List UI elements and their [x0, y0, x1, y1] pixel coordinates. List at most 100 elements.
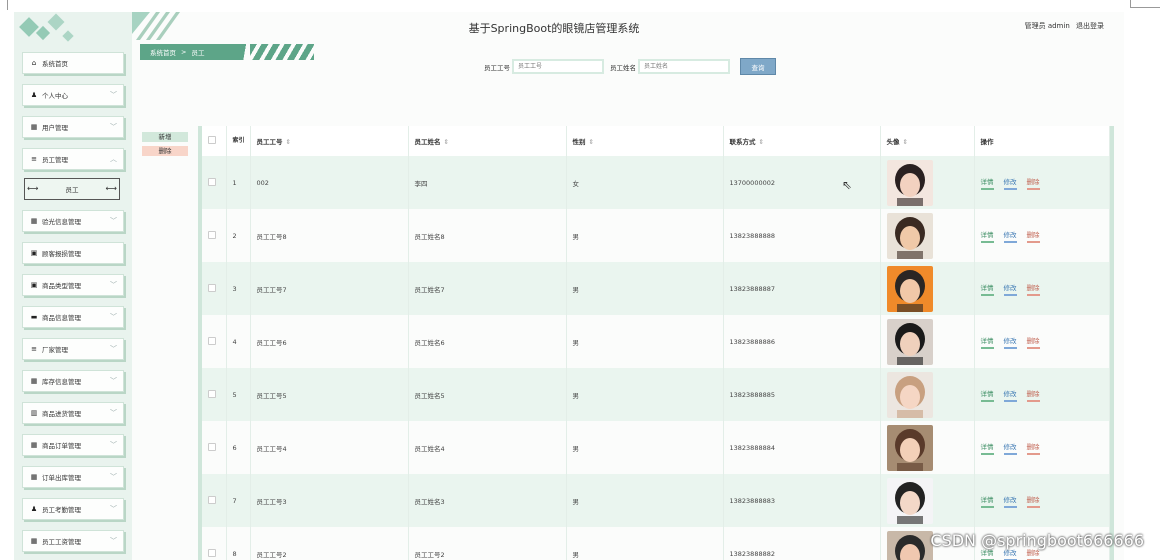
sidebar-item[interactable]: ▣ 顾客报损管理 [22, 242, 124, 264]
sidebar-item[interactable]: ▦ 用户管理 ﹀ [22, 116, 124, 138]
table-row[interactable]: 5 员工工号5 员工姓名5 男 13823888885 详情 修改 删除 [202, 368, 1110, 421]
employee-id-input[interactable] [512, 59, 604, 74]
chevron-down-icon[interactable]: ﹀ [110, 344, 117, 354]
sidebar-item[interactable]: ♟ 员工考勤管理 ﹀ [22, 498, 124, 520]
table-row[interactable]: 3 员工工号7 员工姓名7 男 13823888887 详情 修改 删除 [202, 262, 1110, 315]
detail-button[interactable]: 详情 [980, 441, 994, 455]
col-gender[interactable]: 性别 ⇕ [566, 126, 724, 156]
row-checkbox[interactable] [208, 336, 216, 345]
sort-icon[interactable]: ⇕ [444, 138, 449, 146]
select-all-checkbox[interactable] [208, 136, 216, 144]
delete-button[interactable]: 删除 [1026, 229, 1040, 243]
edit-button[interactable]: 修改 [1003, 388, 1017, 402]
sidebar-item[interactable]: ▬ 商品信息管理 ﹀ [22, 306, 124, 328]
sidebar-item[interactable]: ≡ 员工管理 ︿ [22, 148, 124, 170]
delete-button[interactable]: 删除 [1026, 176, 1040, 190]
chevron-down-icon[interactable]: ﹀ [110, 122, 117, 132]
avatar[interactable] [886, 530, 933, 560]
table-row[interactable]: 4 员工工号6 员工姓名6 男 13823888886 详情 修改 删除 [202, 315, 1110, 368]
row-checkbox[interactable] [208, 230, 216, 239]
chevron-down-icon[interactable]: ﹀ [110, 90, 117, 100]
edit-button[interactable]: 修改 [1003, 335, 1017, 349]
sidebar-item[interactable]: ▦ 库存信息管理 ﹀ [22, 370, 124, 392]
logout-link[interactable]: 退出登录 [1076, 22, 1104, 30]
table-row[interactable]: 6 员工工号4 员工姓名4 男 13823888884 详情 修改 删除 [202, 421, 1110, 474]
avatar[interactable] [886, 424, 933, 471]
chevron-down-icon[interactable]: ﹀ [110, 216, 117, 226]
row-checkbox[interactable] [208, 389, 216, 398]
sidebar-item[interactable]: ♟ 个人中心 ﹀ [22, 84, 124, 106]
chevron-down-icon[interactable]: ﹀ [110, 440, 117, 450]
batch-delete-button[interactable]: 删除 [142, 146, 188, 156]
col-avatar[interactable]: 头像 ⇕ [880, 126, 975, 156]
sort-icon[interactable]: ⇕ [286, 138, 291, 146]
add-button[interactable]: 新增 [142, 132, 188, 142]
sidebar-item[interactable]: ≡ 厂家管理 ﹀ [22, 338, 124, 360]
chevron-down-icon[interactable]: ﹀ [110, 472, 117, 482]
detail-button[interactable]: 详情 [980, 388, 994, 402]
delete-button[interactable]: 删除 [1026, 335, 1040, 349]
row-checkbox[interactable] [208, 495, 216, 504]
delete-button[interactable]: 删除 [1026, 388, 1040, 402]
sidebar-item[interactable]: ▦ 订单出库管理 ﹀ [22, 466, 124, 488]
col-employee-name[interactable]: 员工姓名 ⇕ [408, 126, 567, 156]
detail-button[interactable]: 详情 [980, 176, 994, 190]
edit-button[interactable]: 修改 [1003, 494, 1017, 508]
chevron-down-icon[interactable]: ﹀ [110, 504, 117, 514]
delete-button[interactable]: 删除 [1026, 282, 1040, 296]
sidebar-item[interactable]: ▦ 员工工资管理 ﹀ [22, 530, 124, 552]
row-checkbox[interactable] [208, 442, 216, 451]
sidebar-item[interactable]: ▣ 商品类型管理 ﹀ [22, 274, 124, 296]
row-checkbox[interactable] [208, 283, 216, 292]
detail-button[interactable]: 详情 [980, 494, 994, 508]
chevron-down-icon[interactable]: ﹀ [110, 376, 117, 386]
row-select-cell [202, 527, 227, 560]
avatar[interactable] [886, 371, 933, 418]
sidebar-subitem-employee[interactable]: ⟷ 员工 ⟷ [24, 178, 120, 200]
col-phone[interactable]: 联系方式 ⇕ [723, 126, 881, 156]
sort-icon[interactable]: ⇕ [589, 138, 594, 146]
col-employee-id[interactable]: 员工工号 ⇕ [250, 126, 409, 156]
detail-button[interactable]: 详情 [980, 229, 994, 243]
search-button[interactable]: 查询 [740, 58, 776, 75]
avatar[interactable] [886, 212, 933, 259]
col-employee-id-label: 员工工号 [256, 138, 283, 146]
delete-button[interactable]: 删除 [1026, 441, 1040, 455]
edit-button[interactable]: 修改 [1003, 441, 1017, 455]
cell-index: 5 [226, 368, 251, 421]
row-checkbox[interactable] [208, 177, 216, 186]
employee-name-input[interactable] [638, 59, 730, 74]
chevron-down-icon[interactable]: ﹀ [110, 312, 117, 322]
cell-employee-name: 员工姓名7 [408, 262, 567, 315]
search-bar: 员工工号 员工姓名 查询 [484, 58, 776, 75]
bag-icon: ▣ [30, 281, 38, 289]
sort-icon[interactable]: ⇕ [759, 138, 764, 146]
detail-button[interactable]: 详情 [980, 282, 994, 296]
avatar[interactable] [886, 477, 933, 524]
cell-employee-id: 员工工号2 [250, 527, 409, 560]
row-select-cell [202, 474, 227, 527]
avatar[interactable] [886, 318, 933, 365]
table-row[interactable]: 1 002 李四女 13700000002 详情 修改 删除 [202, 156, 1110, 209]
breadcrumb-home[interactable]: 系统首页 [150, 47, 176, 57]
sidebar-item[interactable]: ⌂ 系统首页 [22, 52, 124, 74]
avatar[interactable] [886, 159, 933, 206]
chevron-down-icon[interactable]: ﹀ [110, 408, 117, 418]
edit-button[interactable]: 修改 [1003, 229, 1017, 243]
sidebar-item[interactable]: ▦ 验光信息管理 ﹀ [22, 210, 124, 232]
chevron-down-icon[interactable]: ﹀ [110, 280, 117, 290]
edit-button[interactable]: 修改 [1003, 176, 1017, 190]
edit-button[interactable]: 修改 [1003, 282, 1017, 296]
avatar[interactable] [886, 265, 933, 312]
row-checkbox[interactable] [208, 548, 216, 557]
table-row[interactable]: 2 员工工号8 员工姓名8 男 13823888888 详情 修改 删除 [202, 209, 1110, 262]
detail-button[interactable]: 详情 [980, 335, 994, 349]
table-row[interactable]: 7 员工工号3 员工姓名3 男 13823888883 详情 修改 删除 [202, 474, 1110, 527]
sidebar-item[interactable]: ▥ 商品进货管理 ﹀ [22, 402, 124, 424]
sort-icon[interactable]: ⇕ [903, 138, 908, 146]
delete-button[interactable]: 删除 [1026, 494, 1040, 508]
chevron-down-icon[interactable]: ﹀ [110, 536, 117, 546]
chevron-up-icon[interactable]: ︿ [110, 154, 117, 164]
sidebar-item[interactable]: ▦ 商品订单管理 ﹀ [22, 434, 124, 456]
cell-gender: 男 [566, 421, 724, 474]
